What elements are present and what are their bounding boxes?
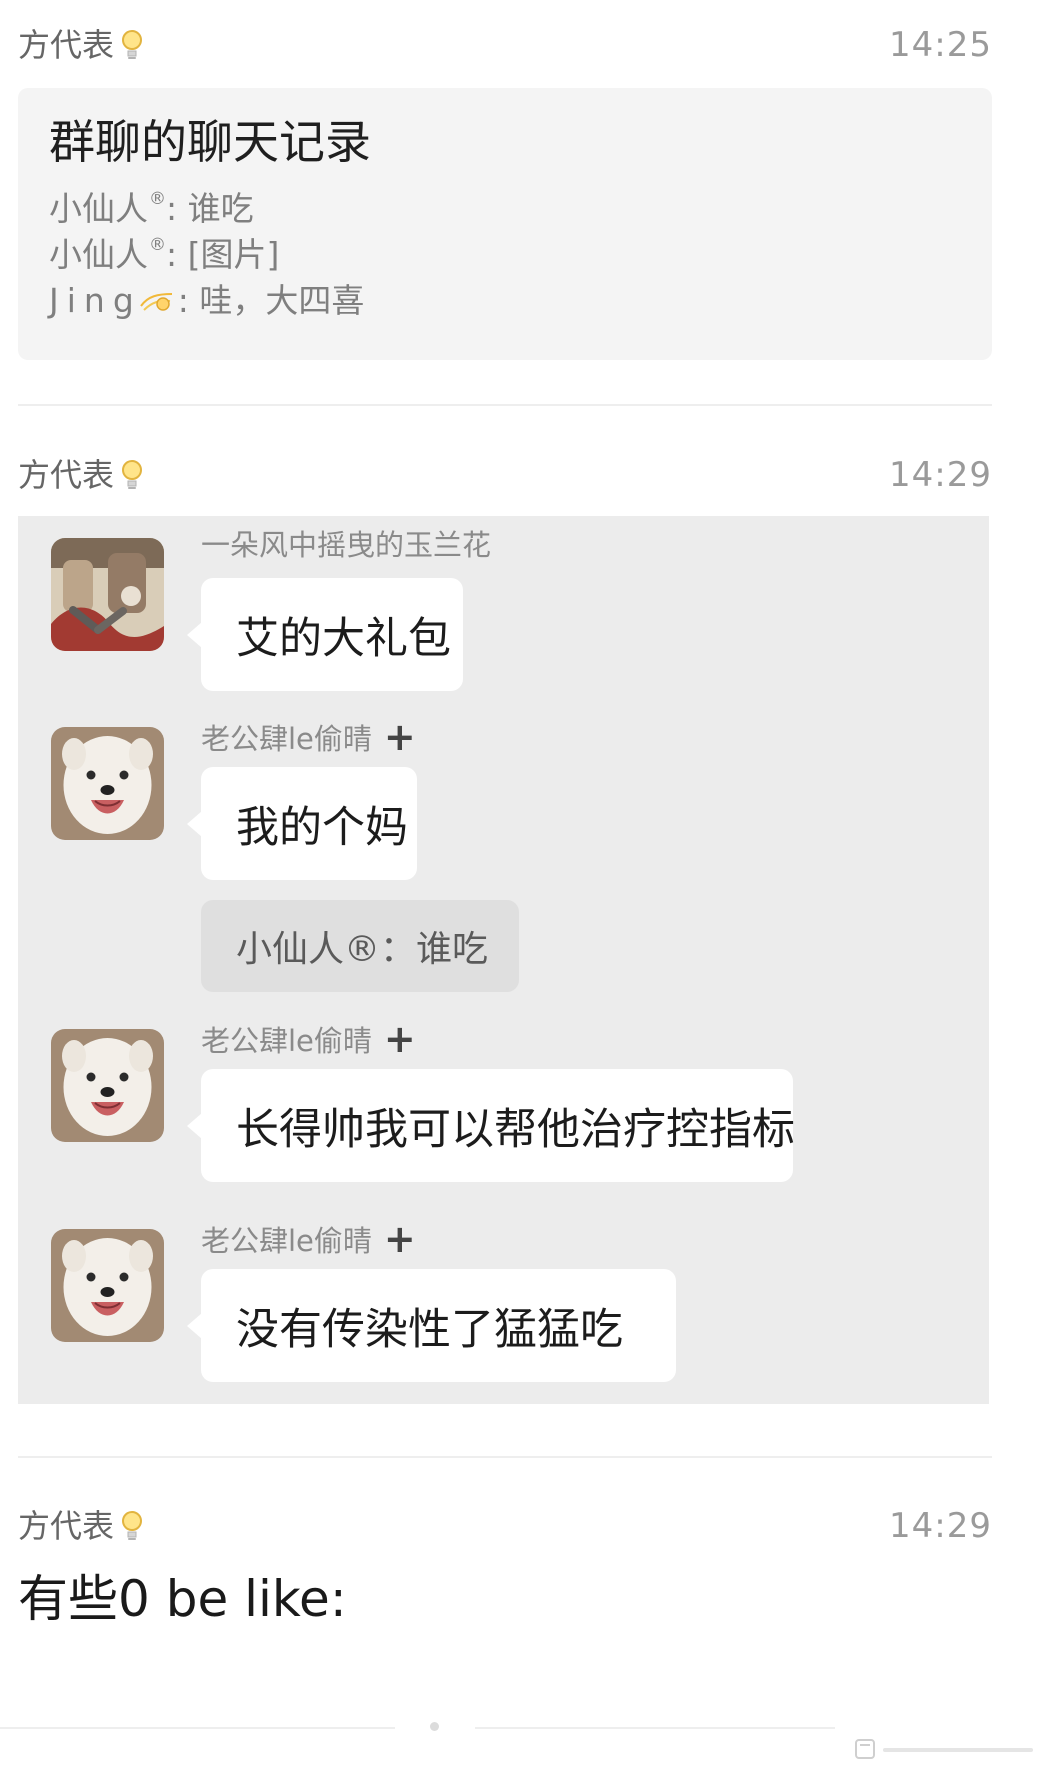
plus-icon: + [383, 715, 416, 759]
lightbulb-icon [122, 1511, 143, 1540]
record-line-text: : 哇，大四喜 [177, 281, 365, 320]
message-header: 方代表 14:29 [18, 1503, 992, 1549]
message-text: 艾的大礼包 [236, 613, 451, 664]
collage-avatar-icon [51, 538, 164, 651]
watermark-icon [855, 1739, 1033, 1759]
sender-wrap: 方代表 [18, 28, 144, 62]
record-line: 小仙人 ® : 谁吃 [49, 186, 962, 232]
divider [18, 404, 992, 406]
lightbulb-icon [122, 30, 143, 59]
bottom-divider-left [0, 1727, 395, 1729]
message-header: 方代表 14:25 [18, 22, 992, 68]
record-line-text: : [图片] [166, 235, 280, 274]
plus-icon: + [383, 1017, 416, 1061]
quoted-message-text: 小仙人®：谁吃 [236, 929, 489, 970]
message-time: 14:25 [889, 25, 992, 65]
samoyed-avatar-icon [51, 727, 164, 840]
sender-name[interactable]: 方代表 [18, 1510, 114, 1542]
message-time: 14:29 [889, 455, 992, 495]
plus-icon: + [383, 1217, 416, 1261]
sender-wrap: 方代表 [18, 458, 144, 492]
nickname[interactable]: 老公肆le偷晴 + [201, 1217, 416, 1261]
message-bubble[interactable]: 长得帅我可以帮他治疗控指标 [187, 1069, 795, 1182]
sender-name[interactable]: 方代表 [18, 29, 114, 61]
registered-mark: ® [149, 235, 166, 255]
avatar[interactable] [51, 1229, 164, 1342]
record-line-text: : 谁吃 [166, 189, 254, 228]
message-bubble[interactable]: 艾的大礼包 [187, 578, 463, 691]
samoyed-avatar-icon [51, 1229, 164, 1342]
message-time: 14:29 [889, 1506, 992, 1546]
message-header: 方代表 14:29 [18, 452, 992, 498]
record-title: 群聊的聊天记录 [49, 115, 371, 169]
lightbulb-icon [122, 460, 143, 489]
message-text: 有些0 be like: [18, 1570, 347, 1628]
nickname-text: 老公肆le偷晴 [201, 1023, 372, 1058]
message-text: 没有传染性了猛猛吃 [236, 1304, 623, 1355]
nickname-text: 老公肆le偷晴 [201, 721, 372, 756]
record-line-name: 小仙人 [49, 235, 148, 274]
avatar[interactable] [51, 727, 164, 840]
avatar[interactable] [51, 538, 164, 651]
avatar[interactable] [51, 1029, 164, 1142]
record-line-name: Jing [49, 281, 142, 320]
nickname[interactable]: 老公肆le偷晴 + [201, 1017, 416, 1061]
record-line: 小仙人 ® : [图片] [49, 232, 962, 278]
divider [18, 1456, 992, 1458]
sender-wrap: 方代表 [18, 1509, 144, 1543]
samoyed-avatar-icon [51, 1029, 164, 1142]
nickname-text: 老公肆le偷晴 [201, 1223, 372, 1258]
chat-record-card[interactable]: 群聊的聊天记录 小仙人 ® : 谁吃 小仙人 ® : [图片] Jing : 哇… [18, 88, 992, 360]
quoted-message[interactable]: 小仙人®：谁吃 [201, 900, 519, 992]
nickname[interactable]: 一朵风中摇曳的玉兰花 [201, 531, 491, 560]
record-line: Jing : 哇，大四喜 [49, 278, 962, 324]
registered-mark: ® [149, 189, 166, 209]
chat-history-page: 方代表 14:25 群聊的聊天记录 小仙人 ® : 谁吃 小仙人 ® : [图片… [0, 0, 1041, 1770]
nickname-text: 一朵风中摇曳的玉兰花 [201, 528, 492, 562]
bottom-divider-right [475, 1727, 835, 1729]
message-text: 长得帅我可以帮他治疗控指标 [236, 1104, 795, 1155]
sender-name[interactable]: 方代表 [18, 459, 114, 491]
comet-icon [139, 293, 172, 311]
message-bubble[interactable]: 我的个妈 [187, 767, 417, 880]
message-bubble[interactable]: 没有传染性了猛猛吃 [187, 1269, 676, 1382]
separator-dot [430, 1722, 439, 1731]
chat-screenshot[interactable]: 一朵风中摇曳的玉兰花 艾的大礼包 老公肆le偷晴 + 我的个妈 小仙人®：谁吃 … [18, 516, 989, 1404]
nickname[interactable]: 老公肆le偷晴 + [201, 715, 416, 759]
record-line-name: 小仙人 [49, 189, 148, 228]
message-text: 我的个妈 [236, 802, 408, 853]
